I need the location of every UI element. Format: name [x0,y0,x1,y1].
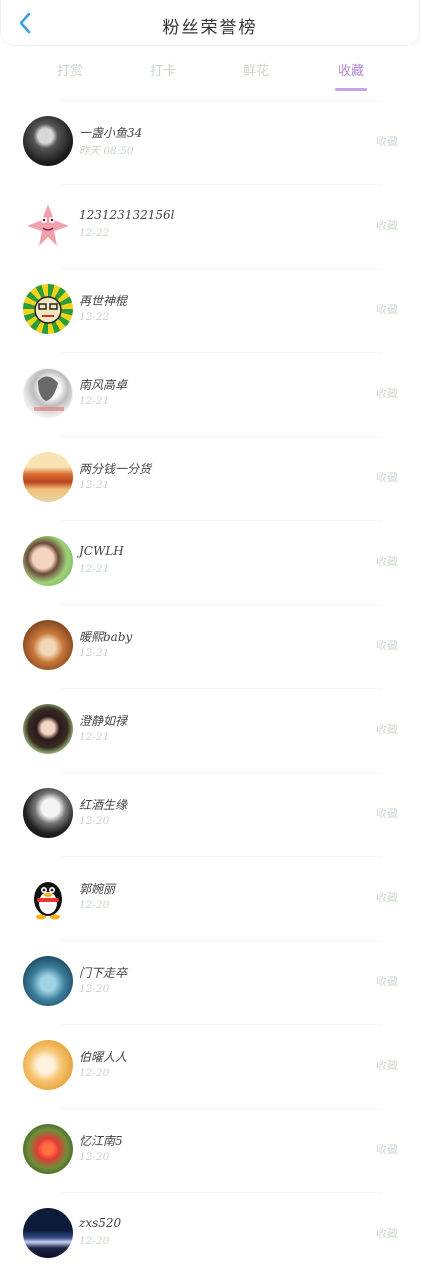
fan-action: 收藏 [376,639,398,652]
avatar [23,1040,73,1090]
fan-action: 收藏 [376,723,398,736]
list-item[interactable]: 南风高卓 12-21 收藏 [0,352,422,436]
fan-action: 收藏 [376,1143,398,1156]
avatar [23,620,73,670]
fan-name: 两分钱一分货 [79,462,152,476]
fan-time: 12-20 [79,983,110,995]
fan-name: 暖熙baby [79,630,133,644]
row-divider [60,436,382,437]
fan-time: 12-20 [79,1067,110,1079]
fan-action: 收藏 [376,555,398,568]
list-item[interactable]: 再世神棍 12-22 收藏 [0,268,422,352]
tab-shoucang-label: 收藏 [337,64,364,79]
fan-time: 12-20 [79,815,110,827]
row-divider [60,1192,382,1193]
fan-time: 12-21 [79,731,110,743]
row-divider [60,1108,382,1109]
page-title: 粉丝荣誉榜 [162,18,258,38]
fan-time: 12-21 [79,479,110,491]
tab-bar: 打赏 打卡 鲜花 收藏 [0,56,422,92]
list-item[interactable]: 两分钱一分货 12-21 收藏 [0,436,422,520]
fan-name: 澄静如禄 [79,714,128,728]
fan-action: 收藏 [376,975,398,988]
fan-action: 收藏 [376,1059,398,1072]
list-item[interactable]: zxs520 12-20 收藏 [0,1192,422,1276]
list-item[interactable]: 澄静如禄 12-21 收藏 [0,688,422,772]
fan-name: 123123132156l [79,208,175,222]
fan-action: 收藏 [376,135,398,148]
row-divider [60,100,382,101]
fan-time: 12-20 [79,1151,110,1163]
fan-name: 伯曜人人 [79,1050,128,1064]
avatar [23,452,73,502]
fan-time: 12-21 [79,563,110,575]
avatar [23,704,73,754]
fan-time: 12-22 [79,311,110,323]
fan-action: 收藏 [376,891,398,904]
tab-dashang[interactable]: 打赏 [40,60,100,79]
avatar [23,368,73,418]
row-divider [60,520,382,521]
list-item[interactable]: 忆江南5 12-20 收藏 [0,1108,422,1192]
fan-action: 收藏 [376,219,398,232]
fan-action: 收藏 [376,1227,398,1240]
active-tab-indicator [335,88,367,91]
fan-time: 12-22 [79,227,110,239]
patrick-star-icon [27,204,69,246]
avatar [23,284,73,334]
tab-daka[interactable]: 打卡 [133,60,193,79]
fan-action: 收藏 [376,807,398,820]
list-item[interactable]: 123123132156l 12-22 收藏 [0,184,422,268]
tab-shoucang[interactable]: 收藏 [321,60,381,91]
list-item[interactable]: 一盏小鱼34 昨天 08:50 收藏 [0,100,422,184]
list-item[interactable]: 暖熙baby 12-21 收藏 [0,604,422,688]
avatar [23,788,73,838]
fan-action: 收藏 [376,387,398,400]
row-divider [60,604,382,605]
list-item[interactable]: JCWLH 12-21 收藏 [0,520,422,604]
list-item[interactable]: 伯曜人人 12-20 收藏 [0,1024,422,1108]
fan-name: 红酒生缘 [79,798,128,812]
fan-time: 12-21 [79,395,110,407]
list-item[interactable]: 门下走卒 12-20 收藏 [0,940,422,1024]
avatar [23,1124,73,1174]
tab-xianhua[interactable]: 鲜花 [226,60,286,79]
avatar [23,536,73,586]
avatar [23,956,73,1006]
fan-name: 南风高卓 [79,378,128,392]
fan-name: 忆江南5 [79,1134,123,1148]
row-divider [60,184,382,185]
fan-name: zxs520 [79,1216,122,1230]
row-divider [60,268,382,269]
fan-time: 12-20 [79,899,110,911]
list-item[interactable]: 红酒生缘 12-20 收藏 [0,772,422,856]
fan-action: 收藏 [376,303,398,316]
row-divider [60,352,382,353]
fan-time: 12-21 [79,647,110,659]
row-divider [60,772,382,773]
avatar [23,200,73,250]
qq-penguin-icon [34,882,62,920]
fan-time: 12-20 [79,1235,110,1247]
fan-name: 一盏小鱼34 [79,126,143,140]
avatar [23,116,73,166]
row-divider [60,688,382,689]
fan-name: 门下走卒 [79,966,128,980]
row-divider [60,1024,382,1025]
top-bar: 粉丝荣誉榜 [0,0,420,46]
row-divider [60,856,382,857]
avatar [23,1208,73,1258]
fan-name: 郭婉丽 [79,882,116,896]
avatar [23,872,73,922]
fan-name: JCWLH [79,544,124,558]
list-item[interactable]: 郭婉丽 12-20 收藏 [0,856,422,940]
sketch-portrait-icon [34,376,64,411]
fan-time: 昨天 08:50 [79,145,134,157]
fan-name: 再世神棍 [79,294,128,308]
cartoon-face-icon [34,296,62,324]
row-divider [60,940,382,941]
fan-action: 收藏 [376,471,398,484]
